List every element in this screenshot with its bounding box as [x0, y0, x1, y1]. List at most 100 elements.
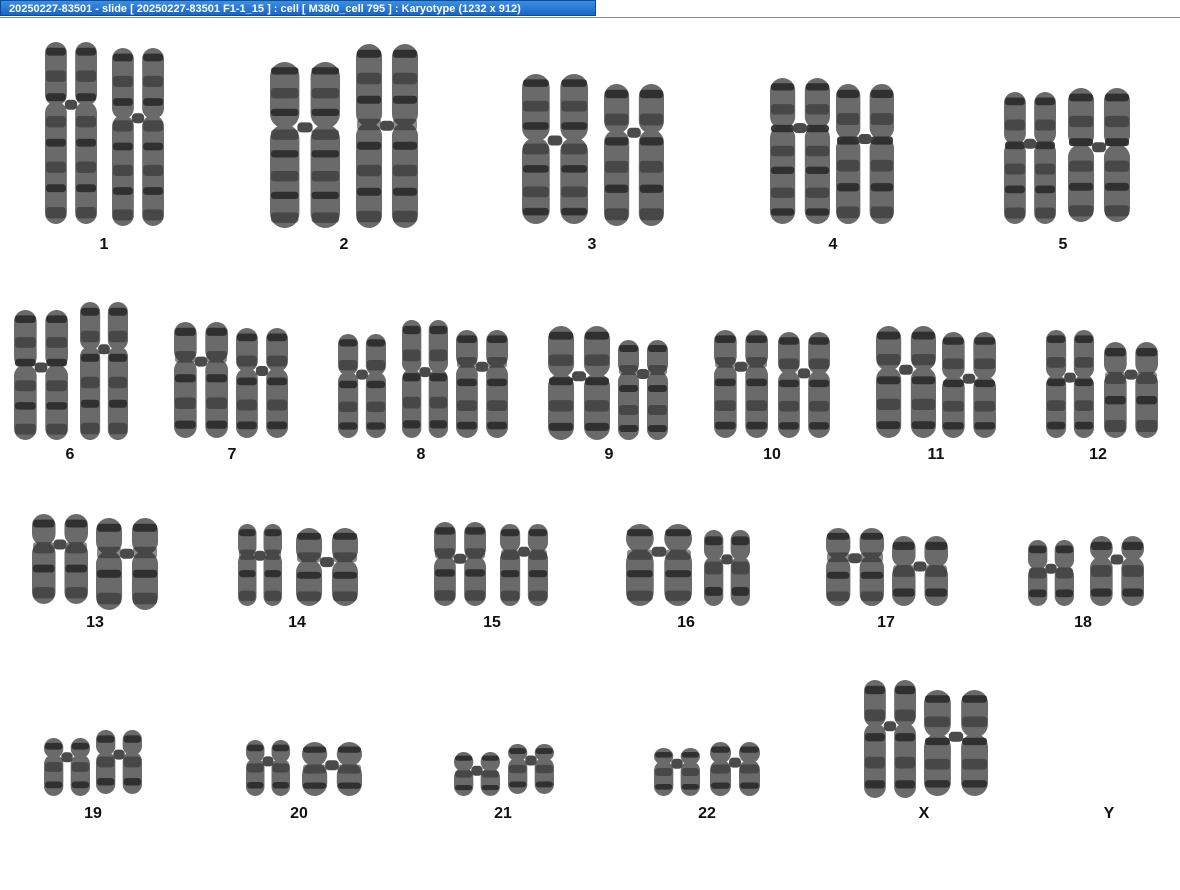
- centromere: [721, 554, 733, 565]
- chromosome-12-copy-2[interactable]: [1104, 342, 1158, 438]
- centromere: [797, 368, 811, 379]
- chromatid: [869, 84, 894, 224]
- chromosome-x-copy-1[interactable]: [864, 680, 916, 798]
- chromosome-11-copy-2[interactable]: [942, 332, 996, 438]
- centromere: [948, 731, 964, 742]
- chromosome-14-copy-1[interactable]: [238, 524, 282, 606]
- centromere: [453, 553, 467, 564]
- chromosome-16-copy-1[interactable]: [626, 524, 692, 606]
- chromatid: [122, 730, 142, 794]
- chromatid: [560, 74, 588, 224]
- chromatid: [142, 48, 164, 226]
- chromosome-21-copy-2[interactable]: [508, 744, 554, 794]
- chromosome-label-12: 12: [1089, 446, 1107, 463]
- chromosome-label-14: 14: [288, 614, 306, 631]
- chromosome-20-copy-1[interactable]: [246, 740, 290, 796]
- chromatid: [638, 84, 664, 226]
- chromatid: [710, 742, 731, 796]
- chromosome-17-copy-1[interactable]: [826, 528, 884, 606]
- chromatid: [804, 78, 830, 224]
- chromosome-label-20: 20: [290, 805, 308, 822]
- chromatid: [464, 522, 486, 606]
- centromere: [1023, 138, 1037, 149]
- chromosome-22-copy-1[interactable]: [654, 748, 700, 796]
- chromosome-15-copy-1[interactable]: [434, 522, 486, 606]
- chromosome-13-copy-2[interactable]: [96, 518, 158, 610]
- chromosome-3-copy-1[interactable]: [522, 74, 588, 224]
- chromosome-15-copy-2[interactable]: [500, 524, 548, 606]
- chromatid: [310, 62, 340, 228]
- centromere: [131, 113, 145, 124]
- chromosome-2-copy-1[interactable]: [270, 62, 340, 228]
- centromere: [848, 553, 862, 564]
- chromosome-9-copy-1[interactable]: [548, 326, 610, 440]
- chromosome-12-copy-1[interactable]: [1046, 330, 1094, 438]
- chromatid: [44, 738, 64, 796]
- chromosome-label-19: 19: [84, 805, 102, 822]
- chromosome-5-copy-1[interactable]: [1004, 92, 1056, 224]
- centromere: [637, 369, 649, 379]
- chromatid: [480, 752, 500, 796]
- chromatid: [864, 680, 886, 798]
- chromatid: [266, 328, 288, 438]
- chromosome-13-copy-1[interactable]: [32, 514, 88, 604]
- chromosome-1-copy-2[interactable]: [112, 48, 164, 226]
- chromatid: [739, 742, 760, 796]
- centromere: [120, 548, 134, 559]
- chromosome-label-11: 11: [927, 446, 945, 463]
- chromosome-16-copy-2[interactable]: [704, 530, 750, 606]
- chromatid: [64, 514, 88, 604]
- chromosome-5-copy-2[interactable]: [1068, 88, 1130, 222]
- centromere: [98, 344, 110, 355]
- chromosome-20-copy-2[interactable]: [302, 742, 362, 796]
- chromatid: [583, 326, 610, 440]
- chromosome-2-copy-2[interactable]: [356, 44, 418, 228]
- chromosome-17-copy-2[interactable]: [892, 536, 948, 606]
- centromere: [547, 135, 563, 146]
- chromatid: [238, 524, 257, 606]
- chromosome-18-copy-2[interactable]: [1090, 536, 1144, 606]
- chromosome-8-copy-3[interactable]: [456, 330, 508, 438]
- chromosome-22-copy-2[interactable]: [710, 742, 760, 796]
- chromosome-14-copy-2[interactable]: [296, 528, 358, 606]
- chromatid: [205, 322, 228, 438]
- chromatid: [647, 340, 668, 440]
- chromosome-10-copy-1[interactable]: [714, 330, 768, 438]
- chromosome-10-copy-2[interactable]: [778, 332, 830, 438]
- chromosome-7-copy-1[interactable]: [174, 322, 228, 438]
- chromosome-18-copy-1[interactable]: [1028, 540, 1074, 606]
- chromosome-8-copy-2[interactable]: [402, 320, 448, 438]
- chromatid: [486, 330, 508, 438]
- chromatid: [876, 326, 902, 438]
- chromosome-7-copy-2[interactable]: [236, 328, 288, 438]
- chromosome-x-copy-2[interactable]: [924, 690, 988, 796]
- chromatid: [680, 748, 700, 796]
- chromosome-1-copy-1[interactable]: [45, 42, 97, 224]
- chromatid: [1068, 88, 1095, 222]
- chromosome-19-copy-1[interactable]: [44, 738, 90, 796]
- chromatid: [1090, 536, 1113, 606]
- chromosome-4-copy-1[interactable]: [770, 78, 830, 224]
- window-title-tab[interactable]: 20250227-83501 - slide [ 20250227-83501 …: [0, 0, 596, 16]
- chromosome-21-copy-1[interactable]: [454, 752, 500, 796]
- chromatid: [80, 302, 101, 440]
- chromosome-6-copy-2[interactable]: [80, 302, 128, 440]
- chromosome-3-copy-2[interactable]: [604, 84, 664, 226]
- chromosome-4-copy-2[interactable]: [836, 84, 894, 224]
- chromosome-19-copy-2[interactable]: [96, 730, 142, 794]
- chromatid: [534, 744, 554, 794]
- chromatid: [778, 332, 800, 438]
- chromatid: [894, 680, 916, 798]
- chromatid: [1135, 342, 1158, 438]
- chromosome-9-copy-2[interactable]: [618, 340, 668, 440]
- chromatid: [336, 742, 362, 796]
- chromosome-8-copy-1[interactable]: [338, 334, 386, 438]
- chromosome-label-4: 4: [828, 236, 838, 253]
- chromosome-label-22: 22: [698, 805, 716, 822]
- chromosome-6-copy-1[interactable]: [14, 310, 68, 440]
- centromere: [518, 546, 530, 557]
- chromosome-11-copy-1[interactable]: [876, 326, 936, 438]
- chromosome-label-x: X: [918, 805, 930, 822]
- chromatid: [236, 328, 258, 438]
- chromatid: [296, 528, 323, 606]
